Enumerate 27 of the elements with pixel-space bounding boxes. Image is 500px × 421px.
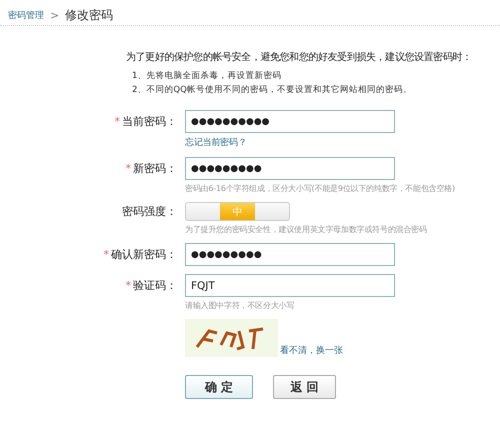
input-field[interactable]: ●●●●●●●●● bbox=[185, 157, 395, 180]
confirm-button[interactable]: 确 定 bbox=[185, 375, 253, 399]
field-label: 新密码： bbox=[133, 161, 177, 176]
breadcrumb-item[interactable]: 密码管理 bbox=[8, 8, 44, 22]
breadcrumb-separator: > bbox=[50, 8, 60, 22]
input-field[interactable]: ●●●●●●●●● bbox=[185, 243, 395, 266]
required-mark: * bbox=[114, 115, 120, 128]
forgot-password-link[interactable]: 忘记当前密码？ bbox=[185, 138, 247, 148]
tip-text: 2、不同的QQ帐号使用不同的密码，不要设置和其它网站相同的密码。 bbox=[132, 84, 413, 96]
input-field[interactable]: ●●●●●●●●●● bbox=[185, 110, 395, 133]
field-label: 密码强度： bbox=[122, 204, 177, 219]
hint-text: 密码由6-16个字符组成，区分大小写(不能是9位以下的纯数字，不能包含空格) bbox=[185, 183, 456, 194]
strength-segment: 中 bbox=[220, 203, 255, 220]
required-mark: * bbox=[126, 279, 131, 292]
breadcrumb-item: 修改密码 bbox=[65, 6, 114, 24]
refresh-captcha-link[interactable]: 看不清，换一张 bbox=[280, 344, 343, 357]
hint-text: 请输入图中字符，不区分大小写 bbox=[185, 300, 296, 311]
tip-text: 1、先将电脑全面杀毒，再设置新密码 bbox=[132, 70, 282, 82]
required-mark: * bbox=[126, 162, 131, 175]
intro-text: 为了更好的保护您的帐号安全，避免您和您的好友受到损失，建议您设置密码时： bbox=[126, 50, 473, 64]
back-button[interactable]: 返 回 bbox=[273, 375, 336, 399]
field-label: 确认新密码： bbox=[111, 247, 177, 262]
input-field[interactable]: FQJT bbox=[185, 274, 395, 297]
hint-text: 为了提升您的密码安全性，建议使用英文字母加数字或符号的混合密码 bbox=[185, 224, 428, 235]
required-mark: * bbox=[104, 248, 109, 261]
field-label: 验证码： bbox=[133, 278, 177, 293]
field-label: 当前密码： bbox=[122, 114, 177, 129]
